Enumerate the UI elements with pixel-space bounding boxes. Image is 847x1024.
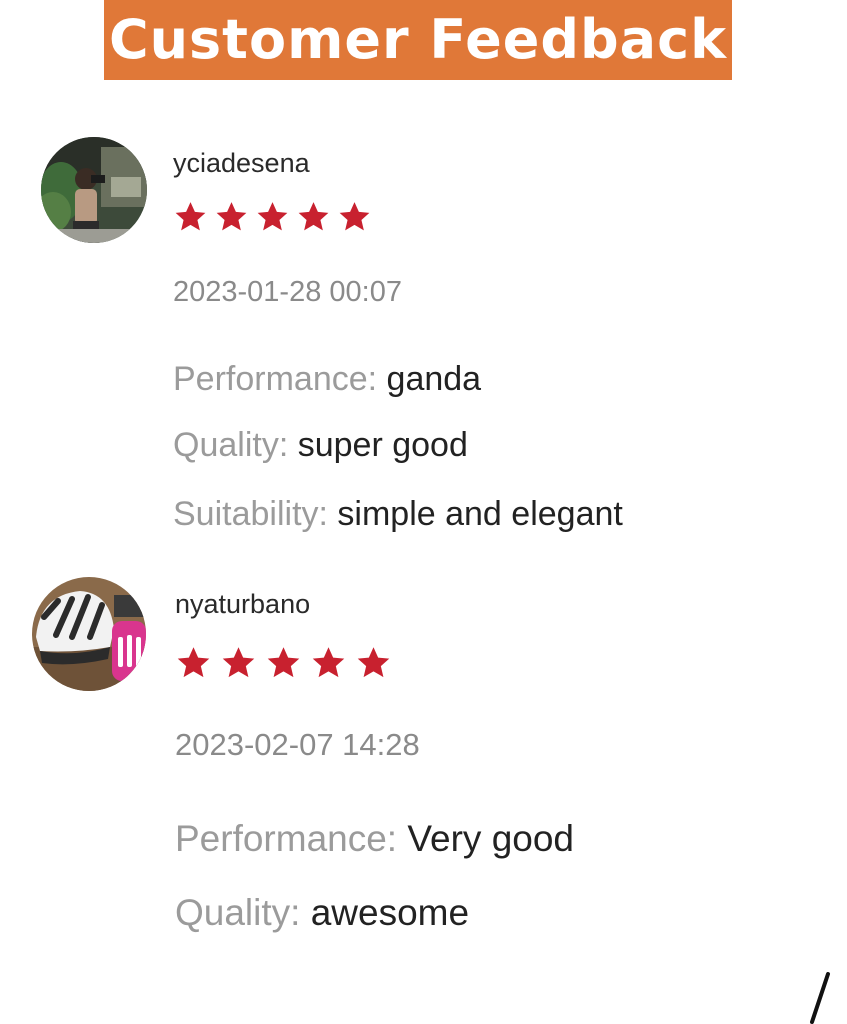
attribute-label: Performance: [173, 360, 378, 398]
review-attribute-suitability: Suitability: simple and elegant [173, 495, 623, 534]
attribute-value: awesome [310, 892, 470, 933]
user-photo-avatar-icon[interactable] [41, 137, 147, 243]
review-attribute-performance: Performance: Very good [175, 818, 574, 860]
attribute-value: simple and elegant [337, 495, 623, 533]
review-attribute-performance: Performance: ganda [173, 360, 481, 399]
star-rating [173, 200, 372, 234]
attribute-label: Quality: [175, 892, 301, 933]
review-attribute-quality: Quality: super good [173, 426, 468, 465]
star-icon [222, 647, 255, 678]
star-icon [267, 647, 300, 678]
attribute-value: super good [297, 426, 468, 464]
review-username[interactable]: nyaturbano [175, 589, 310, 620]
star-icon [177, 647, 210, 678]
header-banner: Customer Feedback [104, 0, 732, 80]
review-timestamp: 2023-01-28 00:07 [173, 276, 402, 308]
attribute-label: Quality: [173, 426, 289, 464]
star-icon [216, 202, 247, 231]
star-icon [298, 202, 329, 231]
page-title: Customer Feedback [108, 8, 728, 71]
star-icon [339, 202, 370, 231]
star-icon [175, 202, 206, 231]
review-timestamp: 2023-02-07 14:28 [175, 727, 420, 762]
review-attribute-quality: Quality: awesome [175, 892, 469, 934]
star-icon [357, 647, 390, 678]
attribute-label: Performance: [175, 818, 398, 859]
review-username[interactable]: yciadesena [173, 148, 310, 179]
star-icon [257, 202, 288, 231]
attribute-label: Suitability: [173, 495, 328, 533]
attribute-value: Very good [407, 818, 575, 859]
star-icon [312, 647, 345, 678]
star-rating [175, 645, 392, 681]
attribute-value: ganda [386, 360, 482, 398]
helmet-photo-avatar-icon[interactable] [32, 577, 146, 691]
slash-mark-icon [810, 972, 830, 1024]
